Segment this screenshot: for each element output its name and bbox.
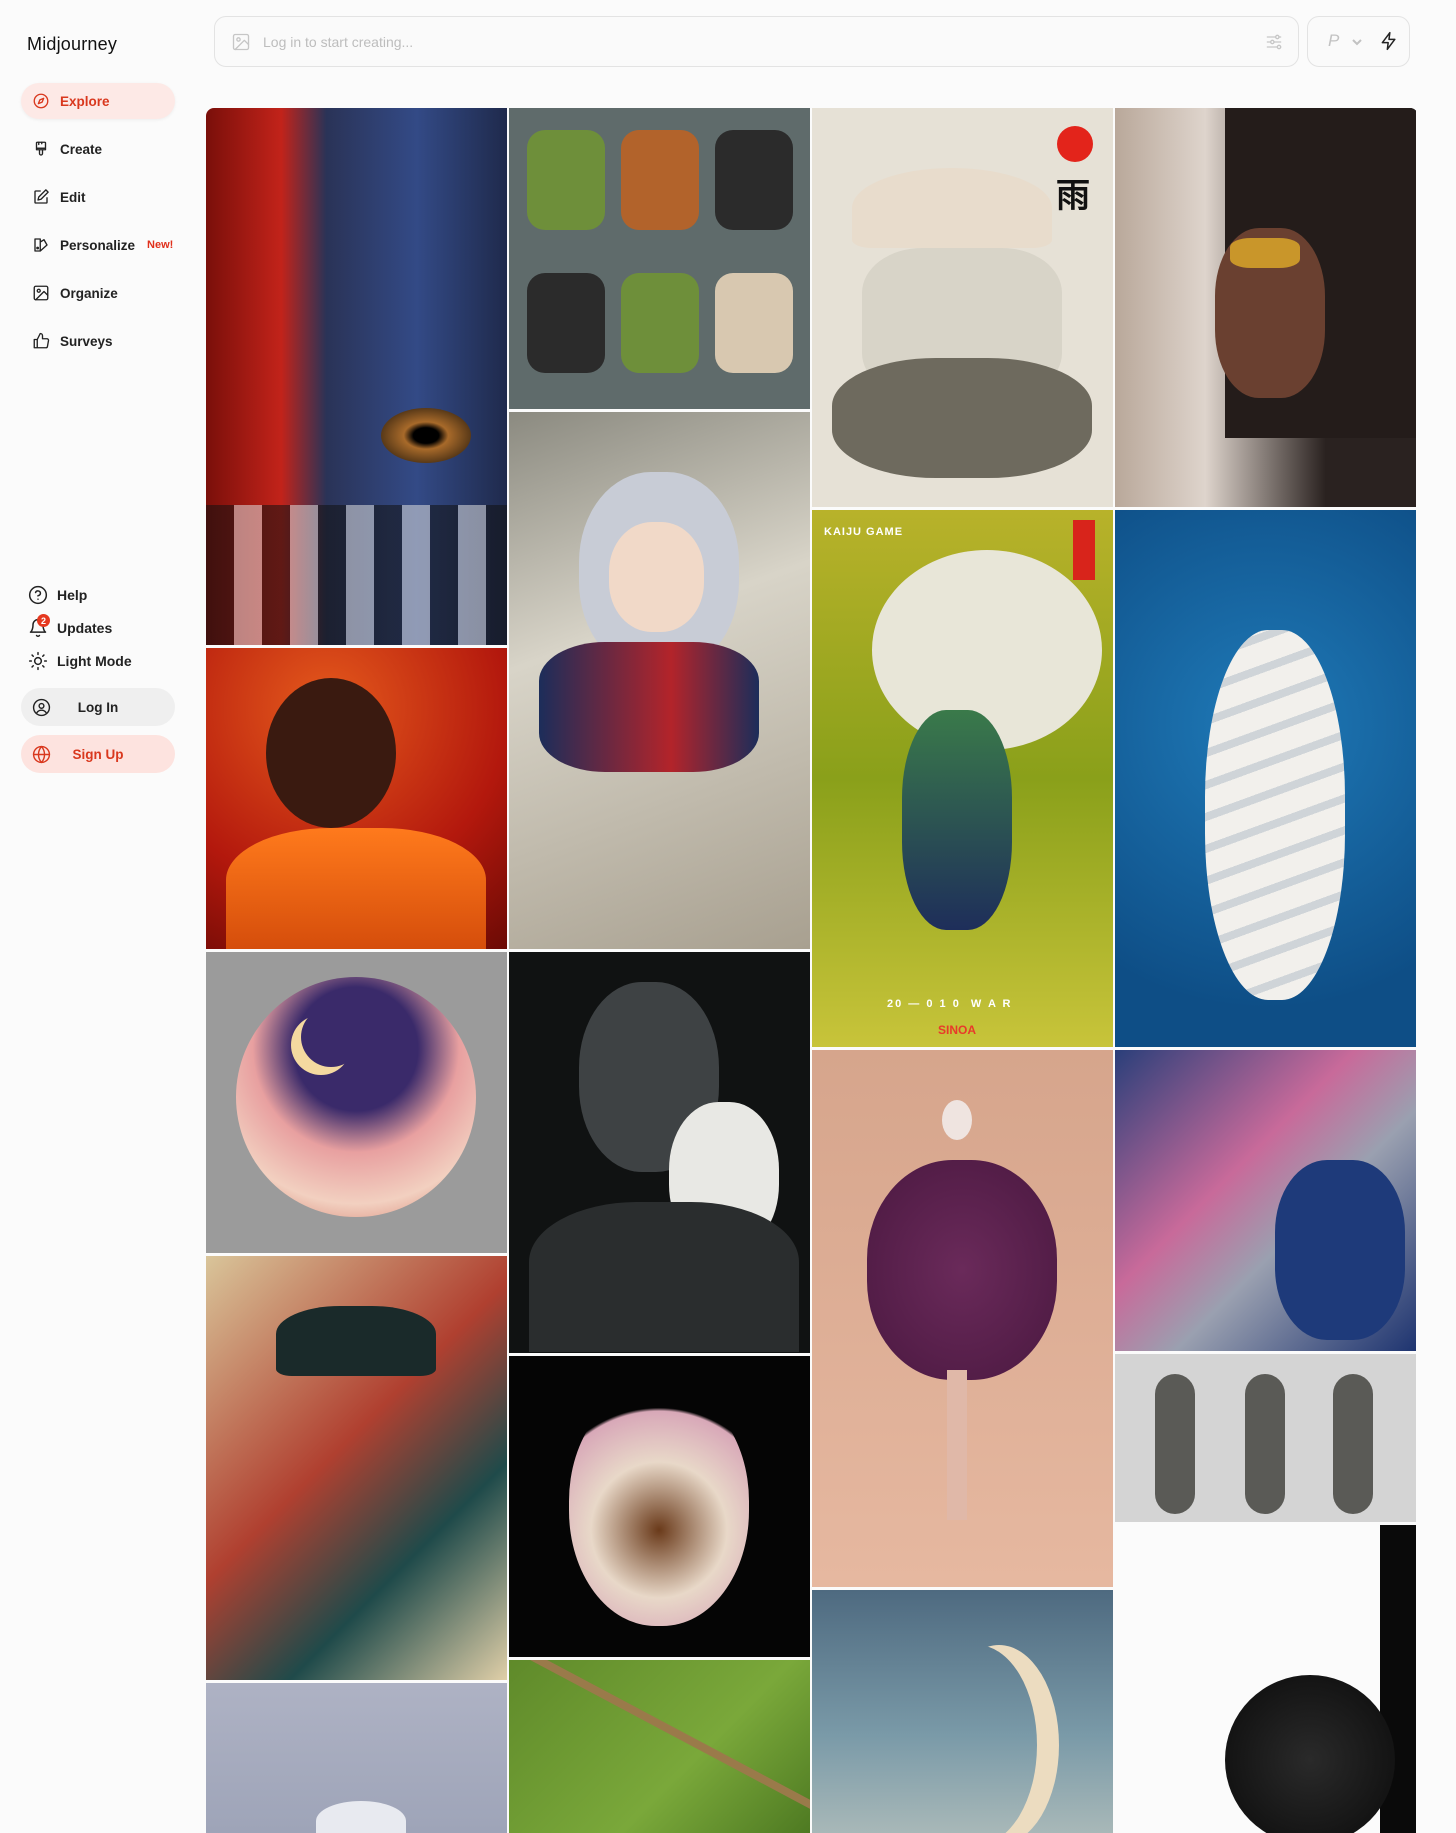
gallery-image-pale-sky[interactable] bbox=[206, 1683, 507, 1833]
samurai-glyph: 雨 bbox=[1056, 176, 1090, 216]
mode-value: P bbox=[1328, 31, 1340, 50]
gallery-image-hand-bracelets[interactable] bbox=[1115, 108, 1416, 507]
nav-edit-label: Edit bbox=[60, 189, 86, 205]
nav-edit[interactable]: Edit bbox=[21, 179, 175, 215]
brush-icon bbox=[31, 139, 51, 159]
updates-count-badge: 2 bbox=[37, 614, 50, 627]
gallery-image-green-hills[interactable] bbox=[509, 1660, 810, 1833]
gallery-image-soldier-turnaround[interactable] bbox=[1115, 1354, 1416, 1522]
updates-label: Updates bbox=[57, 620, 113, 636]
gallery-image-cat-wall[interactable] bbox=[206, 108, 507, 645]
prompt-bar bbox=[214, 16, 1299, 67]
sidebar: Midjourney Explore Create Edit Personali… bbox=[0, 0, 190, 1833]
personalize-icon bbox=[31, 235, 51, 255]
bolt-icon[interactable] bbox=[1379, 31, 1399, 51]
nav-explore-label: Explore bbox=[60, 93, 110, 109]
gallery-image-crescent-moon[interactable] bbox=[812, 1590, 1113, 1833]
mode-selector[interactable]: P bbox=[1307, 16, 1410, 67]
gallery-image-samurai[interactable]: 雨 bbox=[812, 108, 1113, 507]
gallery-image-bust-with-mask[interactable] bbox=[509, 952, 810, 1353]
gallery-image-sunglasses-portrait[interactable] bbox=[206, 648, 507, 949]
nav-organize-label: Organize bbox=[60, 285, 118, 301]
explore-gallery: 雨 KAIJU GAME 20 — 0 1 0 W A R SINOA bbox=[206, 108, 1418, 1833]
nav-surveys[interactable]: Surveys bbox=[21, 323, 175, 359]
bell-icon: 2 bbox=[27, 614, 50, 639]
gallery-image-kaiju-poster[interactable]: KAIJU GAME 20 — 0 1 0 W A R SINOA bbox=[812, 510, 1113, 1047]
nav-surveys-label: Surveys bbox=[60, 333, 113, 349]
user-circle-icon bbox=[31, 697, 51, 717]
sun-icon bbox=[27, 650, 49, 672]
image-upload-icon[interactable] bbox=[231, 32, 251, 52]
gallery-column-3: 雨 KAIJU GAME 20 — 0 1 0 W A R SINOA bbox=[812, 108, 1113, 1833]
gallery-image-viking-avatars[interactable] bbox=[509, 108, 810, 409]
prompt-input[interactable] bbox=[263, 29, 1223, 55]
kaiju-brand: SINOA bbox=[938, 1023, 977, 1037]
kaiju-title: KAIJU GAME bbox=[824, 526, 904, 538]
gallery-image-horses[interactable] bbox=[1115, 1050, 1416, 1351]
gallery-image-retro-poster[interactable] bbox=[206, 1256, 507, 1680]
login-button[interactable]: Log In bbox=[21, 688, 175, 726]
light-mode-toggle[interactable]: Light Mode bbox=[27, 649, 132, 673]
nav-create-label: Create bbox=[60, 141, 103, 157]
help-link[interactable]: Help bbox=[27, 583, 87, 607]
help-label: Help bbox=[57, 587, 88, 603]
gallery-column-4 bbox=[1115, 108, 1416, 1833]
image-icon bbox=[31, 283, 51, 303]
nav-personalize[interactable]: Personalize New! bbox=[21, 227, 175, 263]
gallery-image-mouse-sketch[interactable] bbox=[1115, 1525, 1416, 1833]
light-mode-label: Light Mode bbox=[57, 653, 132, 669]
chevron-down-icon bbox=[1351, 35, 1363, 47]
nav-create[interactable]: Create bbox=[21, 131, 175, 167]
updates-link[interactable]: 2 Updates bbox=[27, 614, 113, 640]
gallery-column-1 bbox=[206, 108, 507, 1833]
nav-personalize-label: Personalize bbox=[60, 237, 136, 253]
brand-logo[interactable]: Midjourney bbox=[27, 34, 117, 55]
signup-button[interactable]: Sign Up bbox=[21, 735, 175, 773]
compass-icon bbox=[31, 91, 51, 111]
nav-organize[interactable]: Organize bbox=[21, 275, 175, 311]
gallery-image-snow-globe[interactable] bbox=[206, 952, 507, 1253]
help-icon bbox=[27, 584, 49, 606]
gallery-image-floral-face[interactable] bbox=[509, 1356, 810, 1657]
settings-sliders-icon[interactable] bbox=[1264, 32, 1284, 52]
globe-icon bbox=[31, 744, 51, 764]
edit-icon bbox=[31, 187, 51, 207]
gallery-column-2 bbox=[509, 108, 810, 1833]
midjourney-explore-page: Midjourney Explore Create Edit Personali… bbox=[0, 0, 1456, 1833]
new-badge: New! bbox=[147, 239, 174, 251]
gallery-image-milk-swirl[interactable] bbox=[1115, 510, 1416, 1047]
gallery-image-purple-dress[interactable] bbox=[812, 1050, 1113, 1587]
thumbs-up-icon bbox=[31, 331, 51, 351]
nav-explore[interactable]: Explore bbox=[21, 83, 175, 119]
kaiju-bottom-text: 20 — 0 1 0 W A R bbox=[887, 998, 1013, 1010]
gallery-image-anime-girl[interactable] bbox=[509, 412, 810, 949]
